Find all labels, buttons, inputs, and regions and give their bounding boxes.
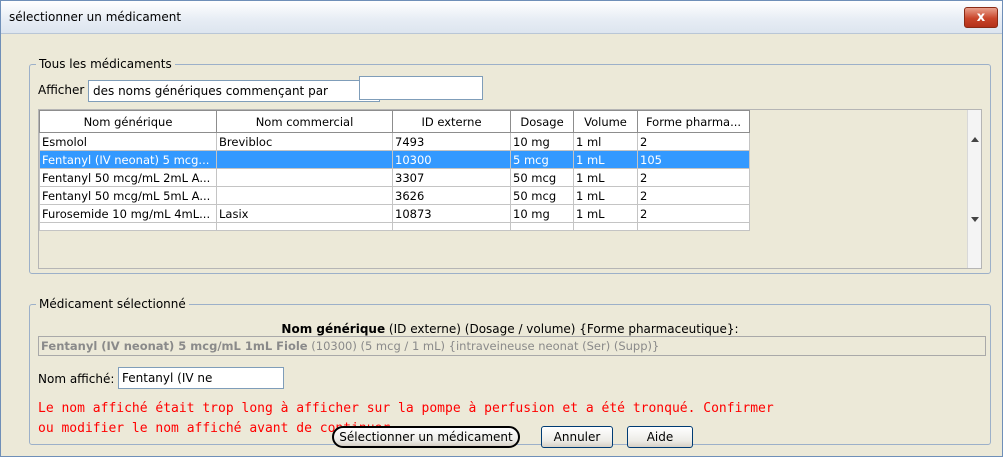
cell-brand-name: Brevibloc	[216, 132, 393, 151]
cell-volume: 1 mL	[573, 204, 638, 223]
all-medications-group: Tous les médicaments Afficher des noms g…	[29, 57, 991, 274]
column-header-dosage[interactable]: Dosage	[510, 110, 574, 133]
column-header-dosage-form[interactable]: Forme pharma...	[637, 110, 750, 133]
medications-table: Nom générique Nom commercial ID externe …	[38, 109, 982, 269]
cell-dosage-form: 105	[637, 150, 750, 169]
filter-text-input[interactable]	[359, 76, 483, 100]
column-header-volume[interactable]: Volume	[573, 110, 638, 133]
cell-dosage: 50 mcg	[510, 186, 574, 205]
window-title: sélectionner un médicament	[9, 10, 182, 24]
display-name-input[interactable]: Fentanyl (IV ne	[118, 367, 284, 389]
cell-volume: 1 mL	[573, 186, 638, 205]
cell-external-id: 10300	[392, 150, 511, 169]
column-header-generic-name[interactable]: Nom générique	[39, 110, 217, 133]
cell-dosage-form: 2	[637, 132, 750, 151]
cell-generic-name: Fentanyl 50 mcg/mL 2mL A...	[39, 168, 217, 187]
cell-empty	[510, 222, 574, 231]
cell-dosage-form: 2	[637, 204, 750, 223]
cell-empty	[637, 222, 750, 231]
table-row[interactable]: Fentanyl 50 mcg/mL 2mL A... 3307 50 mcg …	[39, 168, 750, 187]
column-header-external-id[interactable]: ID externe	[392, 110, 511, 133]
selected-medication-full-name: Fentanyl (IV neonat) 5 mcg/mL 1mL Fiole …	[38, 336, 986, 356]
selected-medication-group: Médicament sélectionné Nom générique (ID…	[29, 297, 991, 445]
dialog-body: Tous les médicaments Afficher des noms g…	[1, 35, 1002, 456]
scroll-up-icon[interactable]	[971, 137, 979, 142]
help-button[interactable]: Aide	[627, 426, 693, 448]
cell-generic-name: Furosemide 10 mg/mL 4mL...	[39, 204, 217, 223]
medications-grid: Nom générique Nom commercial ID externe …	[39, 110, 750, 231]
cell-empty	[573, 222, 638, 231]
cell-generic-name: Fentanyl 50 mcg/mL 5mL A...	[39, 186, 217, 205]
cell-empty	[216, 222, 393, 231]
cell-external-id: 3307	[392, 168, 511, 187]
full-name-bold: Fentanyl (IV neonat) 5 mcg/mL 1mL Fiole	[41, 339, 308, 353]
cell-dosage: 10 mg	[510, 132, 574, 151]
table-row-partial[interactable]	[39, 222, 750, 231]
cell-empty	[392, 222, 511, 231]
select-medication-button[interactable]: Sélectionner un médicament	[332, 426, 520, 448]
selected-medication-legend: Médicament sélectionné	[36, 297, 189, 311]
table-scrollbar[interactable]	[967, 110, 981, 268]
cell-volume: 1 mL	[573, 150, 638, 169]
table-row[interactable]: Furosemide 10 mg/mL 4mL... Lasix 10873 1…	[39, 204, 750, 223]
format-description-bold: Nom générique	[281, 322, 386, 336]
table-row[interactable]: Fentanyl 50 mcg/mL 5mL A... 3626 50 mcg …	[39, 186, 750, 205]
full-name-rest: (10300) (5 mcg / 1 mL) {intraveineuse ne…	[307, 339, 660, 353]
filter-mode-select[interactable]: des noms génériques commençant par	[88, 80, 380, 102]
display-name-label: Nom affiché:	[38, 372, 115, 386]
cell-external-id: 7493	[392, 132, 511, 151]
warning-line-1: Le nom affiché était trop long à affiche…	[38, 401, 774, 416]
cell-volume: 1 ml	[573, 132, 638, 151]
table-row[interactable]: Esmolol Brevibloc 7493 10 mg 1 ml 2	[39, 132, 750, 151]
cell-external-id: 10873	[392, 204, 511, 223]
cancel-button[interactable]: Annuler	[541, 426, 613, 448]
cell-dosage: 5 mcg	[510, 150, 574, 169]
cell-dosage-form: 2	[637, 186, 750, 205]
format-description: Nom générique (ID externe) (Dosage / vol…	[30, 322, 990, 336]
cell-brand-name: Lasix	[216, 204, 393, 223]
table-header-row: Nom générique Nom commercial ID externe …	[39, 110, 750, 133]
title-bar: sélectionner un médicament x	[1, 1, 1002, 34]
cell-brand-name	[216, 150, 393, 169]
filter-mode-value: des noms génériques commençant par	[93, 84, 328, 98]
close-icon[interactable]: x	[964, 7, 998, 28]
format-description-rest: (ID externe) (Dosage / volume) {Forme ph…	[385, 322, 739, 336]
all-medications-legend: Tous les médicaments	[36, 57, 175, 71]
cell-empty	[39, 222, 217, 231]
cell-generic-name: Fentanyl (IV neonat) 5 mcg...	[39, 150, 217, 169]
cell-brand-name	[216, 186, 393, 205]
cell-dosage-form: 2	[637, 168, 750, 187]
table-row-selected[interactable]: Fentanyl (IV neonat) 5 mcg... 10300 5 mc…	[39, 150, 750, 169]
cell-external-id: 3626	[392, 186, 511, 205]
cell-brand-name	[216, 168, 393, 187]
cell-dosage: 10 mg	[510, 204, 574, 223]
filter-label: Afficher	[38, 83, 85, 97]
dialog-window: sélectionner un médicament x Tous les mé…	[0, 0, 1003, 457]
cell-generic-name: Esmolol	[39, 132, 217, 151]
column-header-brand-name[interactable]: Nom commercial	[216, 110, 393, 133]
cell-volume: 1 mL	[573, 168, 638, 187]
scroll-down-icon[interactable]	[971, 217, 979, 222]
cell-dosage: 50 mcg	[510, 168, 574, 187]
